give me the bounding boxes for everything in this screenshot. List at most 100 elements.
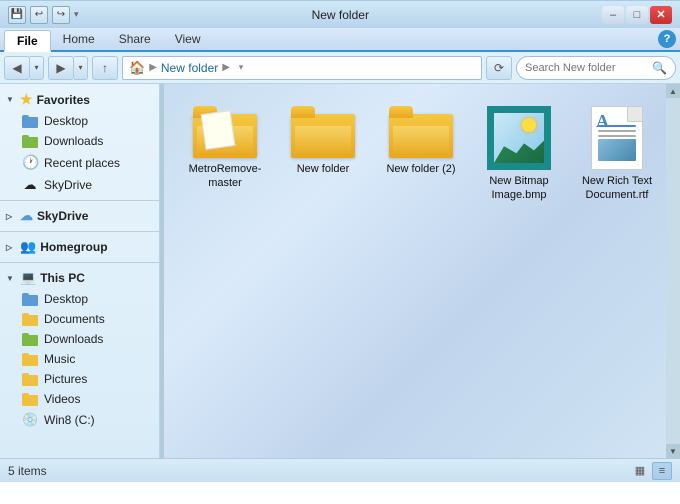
desktop-pc-icon bbox=[22, 293, 38, 306]
sidebar-item-skydrive-fav[interactable]: ☁ SkyDrive bbox=[0, 174, 159, 196]
scroll-down-button[interactable]: ▼ bbox=[666, 444, 680, 458]
skydrive-icon: ☁ bbox=[20, 208, 33, 224]
homegroup-group: ▷ 👥 Homegroup bbox=[0, 236, 159, 258]
file-label-newfolder2: New folder (2) bbox=[386, 162, 455, 176]
downloads-pc-icon bbox=[22, 333, 38, 346]
downloads-fav-icon bbox=[22, 135, 38, 148]
folder-icon-newfolder1 bbox=[291, 106, 355, 158]
sidebar-item-music[interactable]: Music bbox=[0, 349, 159, 369]
thispc-group: ▼ 💻 This PC Desktop Documents Downloads … bbox=[0, 267, 159, 431]
view-list-button[interactable]: ≡ bbox=[652, 462, 672, 480]
bmp-sun bbox=[522, 118, 536, 132]
help-button[interactable]: ? bbox=[658, 30, 676, 48]
videos-icon bbox=[22, 393, 38, 406]
address-path[interactable]: 🏠 ▶ New folder ▶ ▾ bbox=[122, 56, 482, 80]
search-icon[interactable]: 🔍 bbox=[652, 61, 667, 75]
thispc-icon: 💻 bbox=[20, 270, 36, 286]
bmp-inner bbox=[494, 113, 544, 163]
skydrive-header[interactable]: ▷ ☁ SkyDrive bbox=[0, 205, 159, 227]
title-bar: 💾 ↩ ↪ ▾ New folder – □ ✕ bbox=[0, 0, 680, 28]
sidebar-item-recent[interactable]: 🕐 Recent places bbox=[0, 151, 159, 174]
skydrive-fav-label: SkyDrive bbox=[44, 178, 92, 192]
folder-icon-newfolder2 bbox=[389, 106, 453, 158]
sidebar-item-desktop-pc[interactable]: Desktop bbox=[0, 289, 159, 309]
doc-line-2 bbox=[598, 130, 636, 132]
downloads-pc-label: Downloads bbox=[44, 332, 103, 346]
redo-tb-btn[interactable]: ↪ bbox=[52, 6, 70, 24]
file-item-newfolder1[interactable]: New folder bbox=[278, 100, 368, 209]
view-grid-button[interactable]: ▦ bbox=[630, 462, 650, 480]
divider-3 bbox=[0, 262, 159, 263]
tab-home[interactable]: Home bbox=[51, 28, 107, 50]
videos-label: Videos bbox=[44, 392, 80, 406]
file-item-rtf[interactable]: A New Rich Text Document.rtf bbox=[572, 100, 662, 209]
back-button[interactable]: ◀ bbox=[4, 56, 30, 80]
path-segment-newfolder[interactable]: New folder bbox=[161, 61, 218, 75]
sidebar: ▼ ★ Favorites Desktop Downloads 🕐 Recent… bbox=[0, 84, 160, 458]
sidebar-item-desktop-fav[interactable]: Desktop bbox=[0, 111, 159, 131]
file-label-metroremove: MetroRemove-master bbox=[186, 162, 264, 191]
divider-2 bbox=[0, 231, 159, 232]
sidebar-item-downloads-fav[interactable]: Downloads bbox=[0, 131, 159, 151]
refresh-button[interactable]: ⟳ bbox=[486, 56, 512, 80]
file-label-rtf: New Rich Text Document.rtf bbox=[578, 174, 656, 203]
thispc-header[interactable]: ▼ 💻 This PC bbox=[0, 267, 159, 289]
favorites-group: ▼ ★ Favorites Desktop Downloads 🕐 Recent… bbox=[0, 88, 159, 196]
file-label-bitmap: New Bitmap Image.bmp bbox=[480, 174, 558, 203]
sidebar-item-videos[interactable]: Videos bbox=[0, 389, 159, 409]
path-separator: ▶ bbox=[149, 62, 157, 73]
thispc-label: This PC bbox=[40, 271, 85, 285]
skydrive-group: ▷ ☁ SkyDrive bbox=[0, 205, 159, 227]
save-tb-btn[interactable]: 💾 bbox=[8, 6, 26, 24]
undo-tb-btn[interactable]: ↩ bbox=[30, 6, 48, 24]
sidebar-item-downloads-pc[interactable]: Downloads bbox=[0, 329, 159, 349]
recent-icon: 🕐 bbox=[22, 154, 38, 171]
folder-shine-3 bbox=[393, 126, 449, 154]
pictures-icon bbox=[22, 373, 38, 386]
sidebar-item-documents-pc[interactable]: Documents bbox=[0, 309, 159, 329]
window-controls: – □ ✕ bbox=[602, 6, 672, 24]
desktop-fav-icon bbox=[22, 115, 38, 128]
favorites-header[interactable]: ▼ ★ Favorites bbox=[0, 88, 159, 111]
search-box: 🔍 bbox=[516, 56, 676, 80]
documents-pc-icon bbox=[22, 313, 38, 326]
path-dropdown[interactable]: ▾ bbox=[234, 62, 248, 73]
drive-label: Win8 (C:) bbox=[44, 413, 95, 427]
doc-line-3 bbox=[598, 135, 636, 137]
desktop-fav-label: Desktop bbox=[44, 114, 88, 128]
search-input[interactable] bbox=[525, 62, 648, 74]
tab-view[interactable]: View bbox=[163, 28, 213, 50]
tab-share[interactable]: Share bbox=[107, 28, 163, 50]
status-item-count: 5 items bbox=[8, 464, 47, 478]
tab-file[interactable]: File bbox=[4, 30, 51, 52]
document-icon-rtf: A bbox=[591, 106, 643, 170]
up-button[interactable]: ↑ bbox=[92, 56, 118, 80]
documents-pc-label: Documents bbox=[44, 312, 105, 326]
minimize-button[interactable]: – bbox=[602, 6, 624, 24]
favorites-expand-icon: ▼ bbox=[6, 95, 16, 104]
maximize-button[interactable]: □ bbox=[626, 6, 648, 24]
skydrive-fav-icon: ☁ bbox=[22, 177, 38, 193]
path-home-icon: 🏠 bbox=[129, 60, 145, 76]
forward-button[interactable]: ▶ bbox=[48, 56, 74, 80]
file-item-bitmap[interactable]: New Bitmap Image.bmp bbox=[474, 100, 564, 209]
favorites-star-icon: ★ bbox=[20, 91, 33, 108]
close-button[interactable]: ✕ bbox=[650, 6, 672, 24]
folder-icon-metroremove bbox=[193, 106, 257, 158]
sidebar-item-pictures[interactable]: Pictures bbox=[0, 369, 159, 389]
title-bar-left: 💾 ↩ ↪ ▾ bbox=[8, 6, 79, 24]
homegroup-header[interactable]: ▷ 👥 Homegroup bbox=[0, 236, 159, 258]
homegroup-icon: 👥 bbox=[20, 239, 36, 255]
file-label-newfolder1: New folder bbox=[297, 162, 350, 176]
file-item-newfolder2[interactable]: New folder (2) bbox=[376, 100, 466, 209]
desktop-pc-label: Desktop bbox=[44, 292, 88, 306]
window-title: New folder bbox=[79, 8, 602, 22]
back-dropdown[interactable]: ▾ bbox=[30, 56, 44, 80]
address-bar: ◀ ▾ ▶ ▾ ↑ 🏠 ▶ New folder ▶ ▾ ⟳ 🔍 bbox=[0, 52, 680, 84]
sidebar-item-drive[interactable]: 💿 Win8 (C:) bbox=[0, 409, 159, 431]
file-item-metroremove[interactable]: MetroRemove-master bbox=[180, 100, 270, 209]
file-area: MetroRemove-master New folder New folder… bbox=[164, 84, 680, 458]
forward-dropdown[interactable]: ▾ bbox=[74, 56, 88, 80]
path-end-arrow: ▶ bbox=[222, 62, 230, 73]
grid-view-icon: ▦ bbox=[635, 464, 645, 477]
